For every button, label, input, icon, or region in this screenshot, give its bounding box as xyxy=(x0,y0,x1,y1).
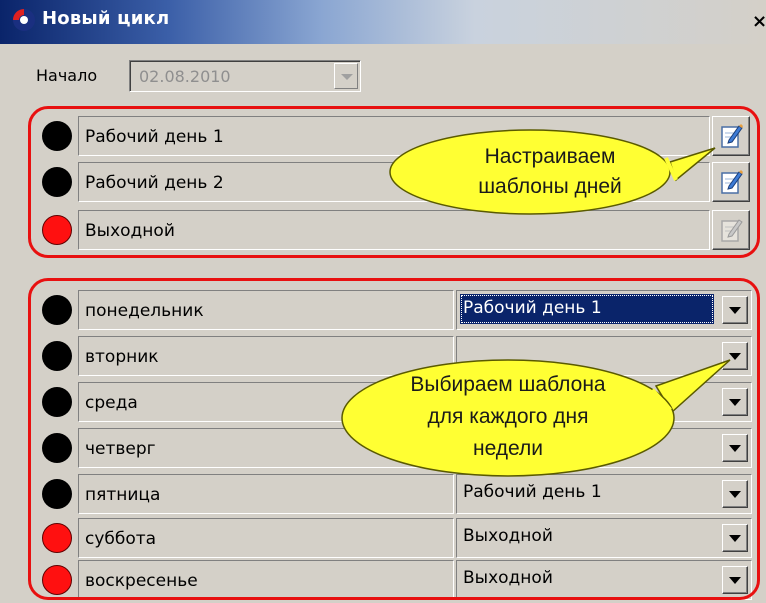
app-logo-icon xyxy=(13,9,35,31)
start-date-value: 02.08.2010 xyxy=(139,67,231,86)
new-cycle-window: Новый цикл × Начало 02.08.2010 Рабочий д… xyxy=(0,0,766,603)
day-color-dot xyxy=(42,295,72,325)
edit-icon xyxy=(721,219,743,242)
day-row-monday: понедельник Рабочий день 1 xyxy=(0,288,766,332)
template-color-dot xyxy=(42,121,72,151)
chevron-down-icon xyxy=(729,577,741,584)
day-name: понедельник xyxy=(78,290,454,330)
start-label: Начало xyxy=(36,66,98,85)
day-template-value: Рабочий день 1 xyxy=(463,482,602,502)
day-color-dot xyxy=(42,565,72,595)
title-bar[interactable]: Новый цикл × xyxy=(0,0,766,44)
chevron-down-icon xyxy=(729,307,741,314)
day-template-select[interactable]: Рабочий день 1 xyxy=(456,474,752,514)
close-button[interactable]: × xyxy=(752,10,766,34)
day-template-select[interactable]: Выходной xyxy=(456,518,752,558)
edit-icon xyxy=(721,124,743,148)
window-title: Новый цикл xyxy=(42,8,170,29)
day-row-sunday: воскресенье Выходной xyxy=(0,558,766,602)
day-template-dropdown-button[interactable] xyxy=(722,296,748,324)
day-name: суббота xyxy=(78,518,454,558)
templates-callout-line1: Настраиваем xyxy=(484,145,616,168)
day-color-dot xyxy=(42,523,72,553)
day-template-dropdown-button[interactable] xyxy=(722,524,748,552)
day-template-value: Выходной xyxy=(463,568,553,588)
day-row-saturday: суббота Выходной xyxy=(0,516,766,560)
templates-callout-line2: шаблоны дней xyxy=(478,175,622,198)
chevron-down-icon xyxy=(341,74,353,80)
days-callout-line1: Выбираем шаблона xyxy=(410,373,606,396)
day-template-select[interactable]: Рабочий день 1 xyxy=(456,290,752,330)
day-color-dot xyxy=(42,387,72,417)
start-date-field: 02.08.2010 xyxy=(129,60,361,92)
day-template-dropdown-button[interactable] xyxy=(722,480,748,508)
edit-icon xyxy=(721,170,743,194)
chevron-down-icon xyxy=(729,535,741,542)
day-color-dot xyxy=(42,479,72,509)
template-color-dot xyxy=(42,167,72,197)
day-template-value: Выходной xyxy=(463,526,553,546)
chevron-down-icon xyxy=(729,491,741,498)
day-template-value: Рабочий день 1 xyxy=(460,294,714,324)
day-name: пятница xyxy=(78,474,454,514)
days-callout-line2: для каждого дня xyxy=(427,405,589,428)
day-template-dropdown-button[interactable] xyxy=(722,566,748,594)
day-name: воскресенье xyxy=(78,560,454,600)
days-callout-line3: недели xyxy=(472,437,544,460)
start-date-dropdown-button xyxy=(334,63,358,89)
template-color-dot xyxy=(42,215,72,245)
templates-callout: Настраиваем шаблоны дней xyxy=(380,128,720,218)
day-color-dot xyxy=(42,341,72,371)
day-template-select[interactable]: Выходной xyxy=(456,560,752,600)
day-color-dot xyxy=(42,433,72,463)
days-callout: Выбираем шаблона для каждого дня недели xyxy=(336,356,732,480)
